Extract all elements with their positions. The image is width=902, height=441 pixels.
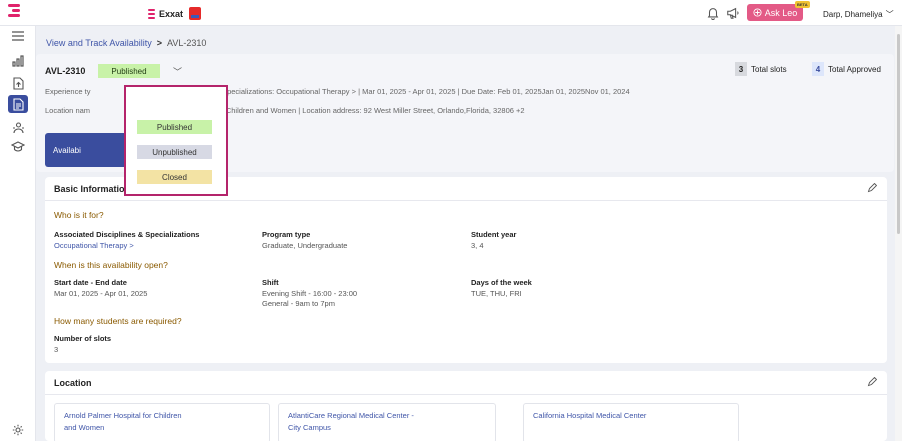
meta-line-2-right: for Children and Women | Location addres… <box>215 106 525 115</box>
pencil-icon[interactable] <box>867 183 877 193</box>
divider <box>45 200 887 201</box>
chevron-down-icon: ﹀ <box>885 10 894 19</box>
scrollbar-thumb[interactable] <box>897 34 900 234</box>
hamburger-menu-icon[interactable] <box>10 28 26 44</box>
location-name-line-2: City Campus <box>288 423 331 432</box>
status-option-label: Unpublished <box>152 147 197 157</box>
page-scrollbar[interactable] <box>895 26 902 441</box>
total-approved-stat: 4 Total Approved <box>812 62 881 76</box>
breadcrumb-separator: > <box>156 38 162 48</box>
status-option-label: Published <box>156 122 193 132</box>
pencil-icon[interactable] <box>867 377 877 387</box>
disciplines-value[interactable]: Occupational Therapy > <box>54 241 134 251</box>
meta-line-2-left: Location nam <box>45 106 91 115</box>
tab-availability[interactable]: Availabi <box>45 133 135 167</box>
main-content: View and Track Availability > AVL-2310 A… <box>36 26 894 441</box>
divider <box>45 394 887 395</box>
basic-information-card: Basic Information Who is it for? Associa… <box>45 177 887 363</box>
student-year-value: 3, 4 <box>471 241 484 250</box>
analytics-icon[interactable] <box>10 53 26 69</box>
total-approved-label: Total Approved <box>828 64 881 74</box>
location-name-line-1: AtlantiCare Regional Medical Center - <box>288 411 414 420</box>
status-value: Published <box>111 66 147 76</box>
meta-line-1-left: Experience ty <box>45 87 91 96</box>
status-dropdown-menu: Published Unpublished Closed <box>124 85 228 196</box>
days-label: Days of the week <box>471 278 532 287</box>
total-approved-count: 4 <box>812 62 824 76</box>
slots-value: 3 <box>54 345 59 354</box>
location-name-line-2: and Women <box>64 423 105 432</box>
tab-availability-label: Availabi <box>53 145 81 155</box>
days-value: TUE, THU, FRI <box>471 289 522 298</box>
people-network-icon[interactable] <box>10 120 26 136</box>
gear-icon[interactable] <box>10 422 26 438</box>
location-item[interactable]: California Hospital Medical Center <box>523 403 739 441</box>
ask-leo-label: Ask Leo <box>764 7 798 18</box>
availability-document-icon[interactable] <box>8 95 28 113</box>
slots-label: Number of slots <box>54 334 112 343</box>
top-bar: Exxat Ask Leo BETA Darp, Dhameliya ﹀ <box>0 0 902 26</box>
student-year-label: Student year <box>471 230 517 239</box>
shift-value-2: General - 9am to 7pm <box>262 299 335 308</box>
brand-badge-icon <box>189 7 202 20</box>
status-option-published[interactable]: Published <box>137 120 212 134</box>
breadcrumb-current: AVL-2310 <box>167 38 207 48</box>
upload-document-icon[interactable] <box>10 75 26 91</box>
sparkle-icon <box>753 8 762 17</box>
app-logo-icon[interactable] <box>8 4 20 22</box>
beta-badge: BETA <box>795 1 810 8</box>
total-slots-label: Total slots <box>751 64 787 74</box>
brand-mark-icon <box>148 8 155 19</box>
question-who: Who is it for? <box>54 210 104 220</box>
breadcrumb: View and Track Availability > AVL-2310 <box>46 38 206 48</box>
total-slots-count: 3 <box>735 62 747 76</box>
program-type-value: Graduate, Undergraduate <box>262 241 348 250</box>
location-item[interactable]: Arnold Palmer Hospital for Children and … <box>54 403 270 441</box>
location-item[interactable]: AtlantiCare Regional Medical Center - Ci… <box>278 403 496 441</box>
location-name-line-1: California Hospital Medical Center <box>533 411 647 420</box>
user-menu[interactable]: Darp, Dhameliya ﹀ <box>823 9 894 20</box>
user-name: Darp, Dhameliya <box>823 10 883 19</box>
brand: Exxat <box>148 7 202 20</box>
brand-name: Exxat <box>159 8 184 19</box>
program-type-label: Program type <box>262 230 311 239</box>
record-id: AVL-2310 <box>45 66 86 76</box>
status-option-label: Closed <box>162 172 187 182</box>
dates-label: Start date - End date <box>54 278 127 287</box>
shift-label: Shift <box>262 278 279 287</box>
shift-value-1: Evening Shift - 16:00 - 23:00 <box>262 289 358 298</box>
status-dropdown[interactable]: Published <box>98 64 160 78</box>
bell-icon[interactable] <box>706 6 720 20</box>
question-when: When is this availability open? <box>54 260 168 270</box>
left-rail <box>0 26 36 441</box>
chevron-down-icon[interactable]: ﹀ <box>173 65 182 78</box>
disciplines-label: Associated Disciplines & Specializations <box>54 230 200 239</box>
dates-value: Mar 01, 2025 - Apr 01, 2025 <box>54 289 148 298</box>
question-how-many: How many students are required? <box>54 316 182 326</box>
section-title: Location <box>54 378 92 388</box>
location-name-line-1: Arnold Palmer Hospital for Children <box>64 411 182 420</box>
section-title: Basic Information <box>54 184 131 194</box>
graduation-cap-icon[interactable] <box>10 139 26 155</box>
meta-line-1-right: & Specializations: Occupational Therapy … <box>215 87 630 96</box>
megaphone-icon[interactable] <box>726 6 740 20</box>
total-slots-stat: 3 Total slots <box>735 62 787 76</box>
status-option-closed[interactable]: Closed <box>137 170 212 184</box>
status-option-unpublished[interactable]: Unpublished <box>137 145 212 159</box>
breadcrumb-parent-link[interactable]: View and Track Availability <box>46 38 152 48</box>
